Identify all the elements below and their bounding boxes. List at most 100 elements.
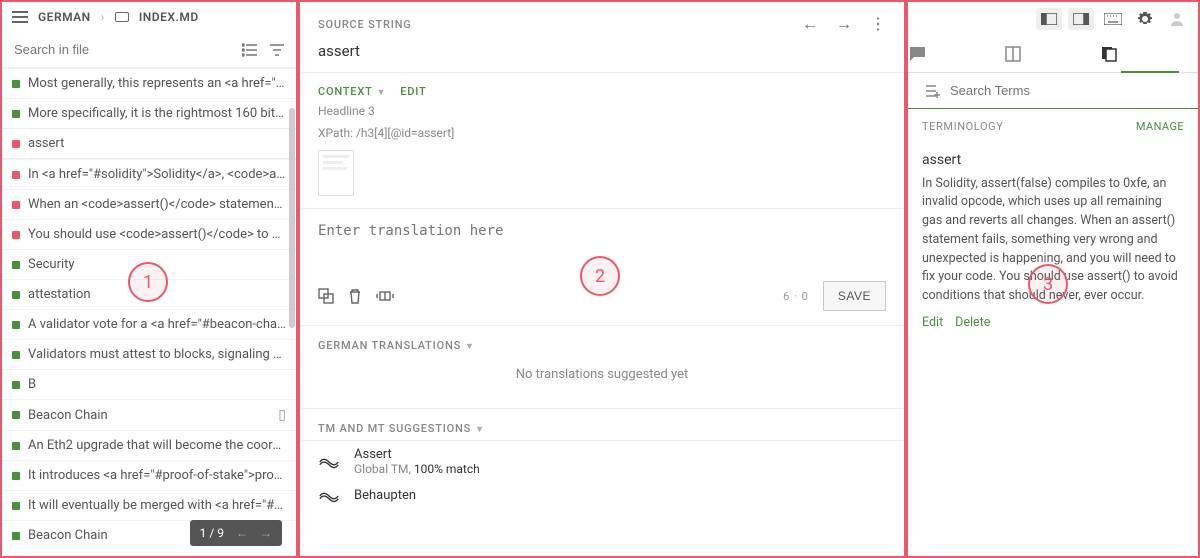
list-item[interactable]: It introduces <a href="#proof-of-stake">… xyxy=(2,460,296,490)
list-item[interactable]: B xyxy=(2,369,296,399)
status-dot xyxy=(12,261,20,269)
gear-icon[interactable] xyxy=(1132,8,1158,30)
list-item-text: B xyxy=(28,377,36,392)
char-counter: 6 · 0 xyxy=(783,290,809,303)
list-item[interactable]: In <a href="#solidity">Solidity</a>, <co… xyxy=(2,159,296,189)
suggestion-title: Behaupten xyxy=(354,488,416,503)
tab-terminology[interactable] xyxy=(1101,36,1198,72)
term-search-input[interactable] xyxy=(950,83,1184,98)
list-item-text: It introduces <a href="#proof-of-stake">… xyxy=(28,468,286,483)
status-dot xyxy=(12,171,20,179)
suggestion-sub: Global TM, 100% match xyxy=(354,462,480,476)
file-icon xyxy=(115,12,129,22)
list-item-text: Security xyxy=(28,257,75,272)
list-item-text: In <a href="#solidity">Solidity</a>, <co… xyxy=(28,167,286,182)
string-list: Most generally, this represents an <a hr… xyxy=(2,68,296,556)
suggestion-item[interactable]: Assert Global TM, 100% match xyxy=(300,441,904,482)
pager-text: 1 / 9 xyxy=(200,526,224,540)
text-mode-icon[interactable] xyxy=(376,289,394,303)
callout-1: 1 xyxy=(128,262,168,302)
list-item[interactable]: Beacon Chain ▯ xyxy=(2,399,296,430)
context-edit-link[interactable]: EDIT xyxy=(400,85,426,98)
source-string-label: SOURCE STRING xyxy=(318,18,412,31)
status-dot xyxy=(12,411,20,419)
status-dot xyxy=(12,231,20,239)
list-item-text: attestation xyxy=(28,287,91,302)
tm-logo-icon xyxy=(318,455,340,469)
status-dot xyxy=(12,291,20,299)
list-item-text: More specifically, it is the rightmost 1… xyxy=(28,106,286,121)
user-icon[interactable] xyxy=(1164,8,1190,30)
scrollbar-thumb[interactable] xyxy=(289,108,295,328)
breadcrumb-file[interactable]: INDEX.MD xyxy=(139,10,199,24)
status-dot xyxy=(12,442,20,450)
list-item[interactable]: assert xyxy=(2,128,296,159)
source-string-value: assert xyxy=(318,34,886,60)
menu-icon[interactable] xyxy=(12,11,28,23)
add-term-icon[interactable] xyxy=(922,84,940,98)
list-item[interactable]: When an <code>assert()</code> statement … xyxy=(2,189,296,219)
status-dot xyxy=(12,140,20,148)
chevron-right-icon: › xyxy=(101,10,105,24)
suggestion-item[interactable]: Behaupten xyxy=(300,482,904,509)
term-word: assert xyxy=(922,150,1184,171)
status-dot xyxy=(12,532,20,540)
clear-icon[interactable] xyxy=(348,288,362,304)
list-item[interactable]: A validator vote for a <a href="#beacon-… xyxy=(2,309,296,339)
status-dot xyxy=(12,351,20,359)
pager: 1 / 9 ← → xyxy=(190,520,282,546)
list-item-text: Beacon Chain xyxy=(28,408,108,423)
tm-logo-icon xyxy=(318,489,340,503)
layout-left-icon[interactable] xyxy=(1036,8,1062,30)
tm-label[interactable]: TM AND MT SUGGESTIONS▼ xyxy=(318,422,485,435)
german-trans-label[interactable]: GERMAN TRANSLATIONS▼ xyxy=(318,339,475,352)
status-dot xyxy=(12,201,20,209)
list-item-text: It will eventually be merged with <a hre… xyxy=(28,498,286,513)
more-icon[interactable]: ⋮ xyxy=(870,14,886,34)
context-line: XPath: /h3[4][@id=assert] xyxy=(318,124,886,142)
term-delete-link[interactable]: Delete xyxy=(955,314,990,333)
keyboard-icon[interactable] xyxy=(1100,8,1126,30)
terminology-label: TERMINOLOGY xyxy=(922,119,1003,136)
list-item[interactable]: Most generally, this represents an <a hr… xyxy=(2,68,296,98)
list-item-text: An Eth2 upgrade that will become the coo… xyxy=(28,438,286,453)
search-input[interactable] xyxy=(10,36,242,63)
copy-source-icon[interactable] xyxy=(318,288,334,304)
pager-prev-icon[interactable]: ← xyxy=(236,526,248,540)
status-dot xyxy=(12,381,20,389)
list-item-text: assert xyxy=(28,136,64,151)
status-dot xyxy=(12,321,20,329)
breadcrumb-lang[interactable]: GERMAN xyxy=(38,10,91,24)
prev-string-icon[interactable]: ← xyxy=(802,14,818,34)
list-icon[interactable] xyxy=(242,43,258,57)
list-item[interactable]: It will eventually be merged with <a hre… xyxy=(2,490,296,520)
list-item[interactable]: More specifically, it is the rightmost 1… xyxy=(2,98,296,128)
status-dot xyxy=(12,110,20,118)
context-line: Headline 3 xyxy=(318,102,886,120)
pager-next-icon[interactable]: → xyxy=(260,526,272,540)
manage-link[interactable]: MANAGE xyxy=(1136,119,1184,136)
tab-comments[interactable] xyxy=(908,36,1005,72)
layout-right-icon[interactable] xyxy=(1068,8,1094,30)
book-icon: ▯ xyxy=(278,407,286,423)
list-item-text: When an <code>assert()</code> statement … xyxy=(28,197,286,212)
status-dot xyxy=(12,80,20,88)
callout-3: 3 xyxy=(1028,264,1068,304)
list-item-text: You should use <code>assert()</code> to … xyxy=(28,227,286,242)
tab-glossary[interactable] xyxy=(1005,36,1102,72)
filter-icon[interactable] xyxy=(270,43,284,57)
context-label[interactable]: CONTEXT▼ xyxy=(318,85,386,98)
screenshot-thumb[interactable] xyxy=(318,150,354,196)
list-item[interactable]: Validators must attest to blocks, signal… xyxy=(2,339,296,369)
status-dot xyxy=(12,502,20,510)
callout-2: 2 xyxy=(580,256,620,296)
term-edit-link[interactable]: Edit xyxy=(922,314,943,333)
german-trans-empty: No translations suggested yet xyxy=(318,353,886,396)
list-item-text: Most generally, this represents an <a hr… xyxy=(28,76,286,91)
list-item-text: Beacon Chain xyxy=(28,528,108,543)
list-item[interactable]: You should use <code>assert()</code> to … xyxy=(2,219,296,249)
list-item-text: A validator vote for a <a href="#beacon-… xyxy=(28,317,286,332)
next-string-icon[interactable]: → xyxy=(836,14,852,34)
list-item[interactable]: An Eth2 upgrade that will become the coo… xyxy=(2,430,296,460)
save-button[interactable]: SAVE xyxy=(823,281,886,311)
